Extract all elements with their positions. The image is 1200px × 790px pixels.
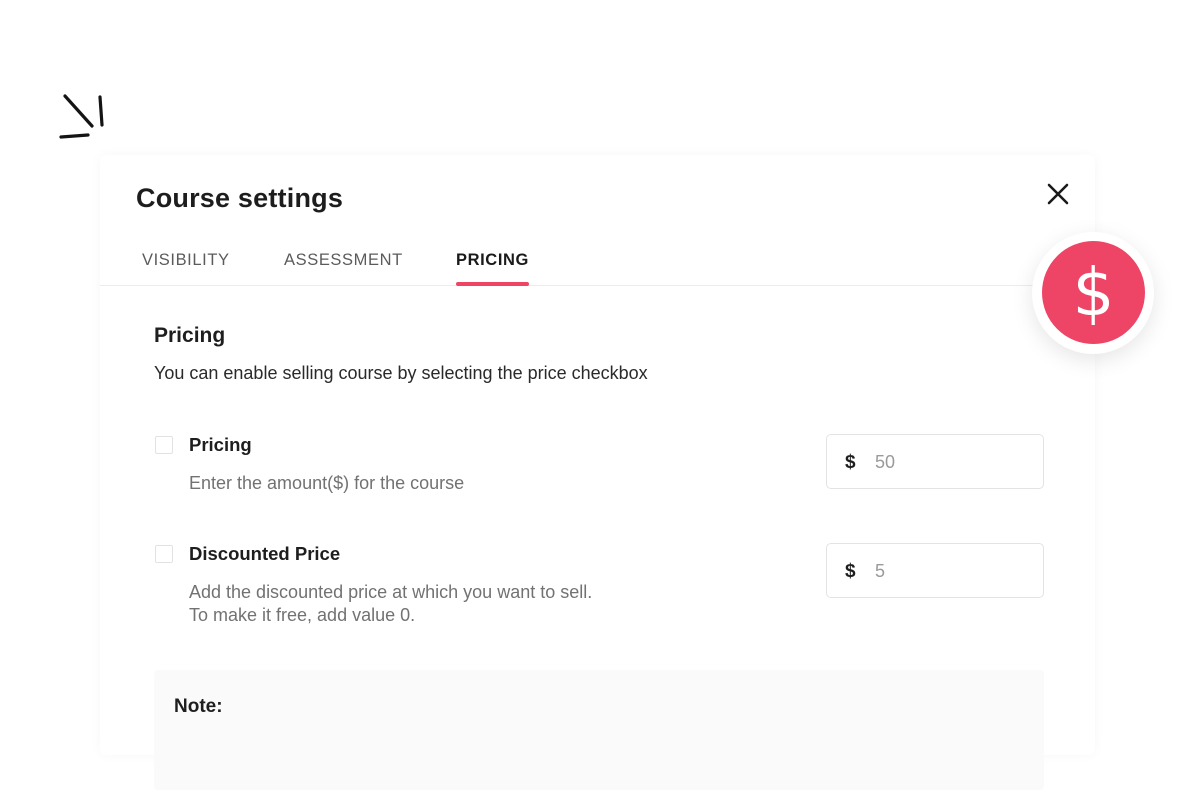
tab-label: PRICING: [456, 251, 529, 269]
section-title: Pricing: [154, 324, 226, 347]
discounted-price-field[interactable]: $: [826, 543, 1044, 598]
dialog-title: Course settings: [136, 183, 344, 213]
currency-symbol: $: [845, 452, 856, 473]
note-box: Note:: [154, 670, 1044, 790]
active-tab-indicator: [456, 282, 529, 286]
pricing-amount-field[interactable]: $: [826, 434, 1044, 489]
section-description: You can enable selling course by selecti…: [154, 363, 648, 383]
close-icon[interactable]: [1045, 181, 1071, 207]
settings-tabs: VISIBILITY ASSESSMENT PRICING: [100, 251, 1095, 286]
tab-pricing[interactable]: PRICING: [456, 251, 529, 286]
discounted-price-label: Discounted Price: [189, 543, 341, 564]
dollar-icon: $: [1042, 241, 1145, 344]
discounted-description-line: Add the discounted price at which you wa…: [189, 582, 593, 602]
discounted-price-input[interactable]: [875, 556, 1025, 586]
dollar-badge: $: [1032, 232, 1154, 354]
pricing-amount-input[interactable]: [875, 447, 1025, 477]
discounted-price-checkbox[interactable]: [155, 545, 173, 563]
currency-symbol: $: [845, 561, 856, 582]
course-settings-dialog: Course settings VISIBILITY ASSESSMENT PR…: [100, 155, 1095, 790]
sparkle-doodle-icon: [59, 94, 104, 139]
pricing-checkbox[interactable]: [155, 436, 173, 454]
pricing-description-line: Enter the amount($) for the course: [189, 473, 465, 493]
pricing-description: Enter the amount($) for the course: [189, 472, 464, 495]
tab-label: ASSESSMENT: [284, 251, 403, 269]
tab-assessment[interactable]: ASSESSMENT: [284, 251, 403, 285]
tab-label: VISIBILITY: [142, 251, 230, 269]
discounted-price-description: Add the discounted price at which you wa…: [189, 581, 592, 627]
tab-visibility[interactable]: VISIBILITY: [142, 251, 230, 285]
discounted-description-line: To make it free, add value 0.: [189, 605, 416, 625]
pricing-label: Pricing: [189, 434, 252, 455]
